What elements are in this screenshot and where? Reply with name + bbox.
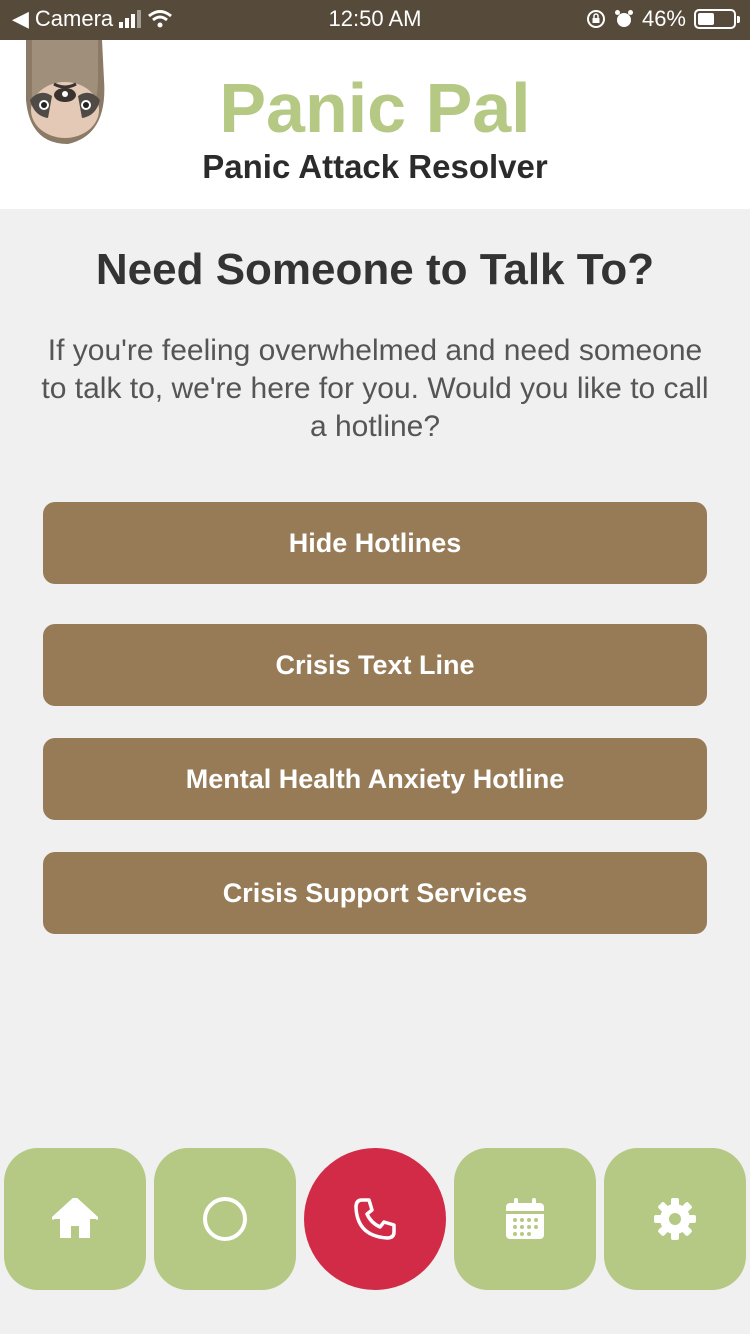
tab-calendar[interactable] [454,1148,596,1290]
calendar-icon [506,1198,544,1239]
gear-icon [654,1198,696,1240]
battery-icon [694,9,740,29]
status-bar: ◀ Camera 12:50 AM 46% [0,0,750,40]
hide-hotlines-button[interactable]: Hide Hotlines [43,502,707,584]
phone-icon [354,1198,396,1240]
hotline-button-mental-health-anxiety[interactable]: Mental Health Anxiety Hotline [43,738,707,820]
alarm-icon [614,10,633,27]
orientation-lock-icon [586,10,605,28]
tab-settings[interactable] [604,1148,746,1290]
home-icon [52,1198,98,1238]
app-subtitle: Panic Attack Resolver [202,148,548,185]
page-description: If you're feeling overwhelmed and need s… [41,334,709,443]
hotline-button-crisis-text-line[interactable]: Crisis Text Line [43,624,707,706]
page-title: Need Someone to Talk To? [95,245,655,294]
battery-percent: 46% [641,6,686,31]
app-header: Panic Pal Panic Attack Resolver [0,40,750,209]
tab-call[interactable] [304,1148,446,1290]
status-right: 46% [586,6,740,32]
circle-icon [203,1197,247,1241]
tab-breathe[interactable] [154,1148,296,1290]
battery-fill [698,13,714,25]
tab-home[interactable] [4,1148,146,1290]
hotline-button-crisis-support-services[interactable]: Crisis Support Services [43,852,707,934]
app-title: Panic Pal [219,69,531,147]
